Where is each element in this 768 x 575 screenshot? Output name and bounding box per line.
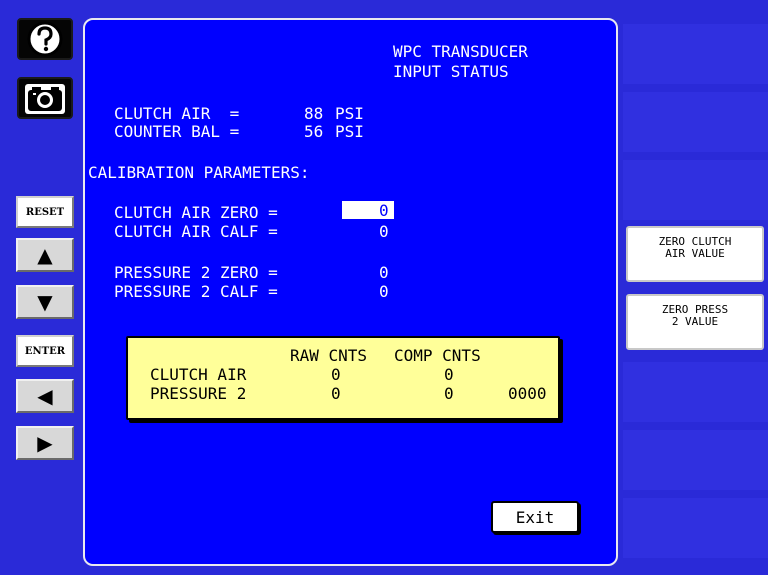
question-circle-icon [27,21,63,57]
right-softkey-bar [623,0,768,575]
pressure2-row-label: PRESSURE 2 [150,384,247,403]
pressure2-calf-value[interactable]: 0 [379,282,389,301]
comp-cnts-header: COMP CNTS [394,346,481,365]
page-title-line1: WPC TRANSDUCER [393,42,528,61]
pressure2-calf-label: PRESSURE 2 CALF = [114,282,278,301]
counter-bal-reading-value: 56 [304,122,324,141]
left-arrow-icon: ◀ [37,384,53,408]
softkey-slot-3 [623,160,768,220]
clutch-air-comp-value: 0 [444,365,454,384]
camera-icon [25,84,65,114]
clutch-air-raw-value: 0 [331,365,341,384]
clutch-air-zero-label: CLUTCH AIR ZERO = [114,203,278,222]
zero-clutch-air-line2: AIR VALUE [665,247,725,260]
left-arrow-button[interactable]: ◀ [16,379,74,413]
counts-status-box: RAW CNTS COMP CNTS CLUTCH AIR 0 0 PRESSU… [126,336,560,420]
pressure2-raw-value: 0 [331,384,341,403]
down-arrow-icon: ▼ [37,290,53,314]
zero-press-2-button[interactable]: ZERO PRESS 2 VALUE [626,294,764,350]
softkey-slot-8 [623,498,768,558]
camera-button[interactable] [17,77,73,119]
right-arrow-icon: ▶ [37,431,53,455]
raw-cnts-header: RAW CNTS [290,346,368,365]
clutch-air-reading-label: CLUTCH AIR = [114,104,240,123]
calibration-heading: CALIBRATION PARAMETERS: [88,163,310,182]
pressure2-zero-label: PRESSURE 2 ZERO = [114,263,278,282]
up-arrow-button[interactable]: ▲ [16,238,74,272]
softkey-slot-6 [623,362,768,422]
clutch-air-zero-value: 0 [379,201,389,220]
counter-bal-reading-unit: PSI [335,122,364,141]
clutch-air-row-label: CLUTCH AIR [150,365,247,384]
exit-button[interactable]: Exit [491,501,579,533]
zero-clutch-air-button[interactable]: ZERO CLUTCH AIR VALUE [626,226,764,282]
down-arrow-button[interactable]: ▼ [16,285,74,319]
right-arrow-button[interactable]: ▶ [16,426,74,460]
enter-button[interactable]: ENTER [16,335,74,367]
softkey-slot-2 [623,92,768,152]
pressure2-extra-value: 0000 [508,384,547,403]
pressure2-zero-value[interactable]: 0 [379,263,389,282]
help-button[interactable] [17,18,73,60]
clutch-air-reading-unit: PSI [335,104,364,123]
clutch-air-reading-value: 88 [304,104,324,123]
reset-button[interactable]: RESET [16,196,74,228]
counter-bal-reading-label: COUNTER BAL = [114,122,240,141]
clutch-air-calf-value[interactable]: 0 [379,222,389,241]
softkey-slot-7 [623,430,768,490]
zero-press-2-line2: 2 VALUE [671,315,719,328]
up-arrow-icon: ▲ [37,243,53,267]
softkey-slot-1 [623,24,768,84]
clutch-air-calf-label: CLUTCH AIR CALF = [114,222,278,241]
pressure2-comp-value: 0 [444,384,454,403]
page-title-line2: INPUT STATUS [393,62,509,81]
